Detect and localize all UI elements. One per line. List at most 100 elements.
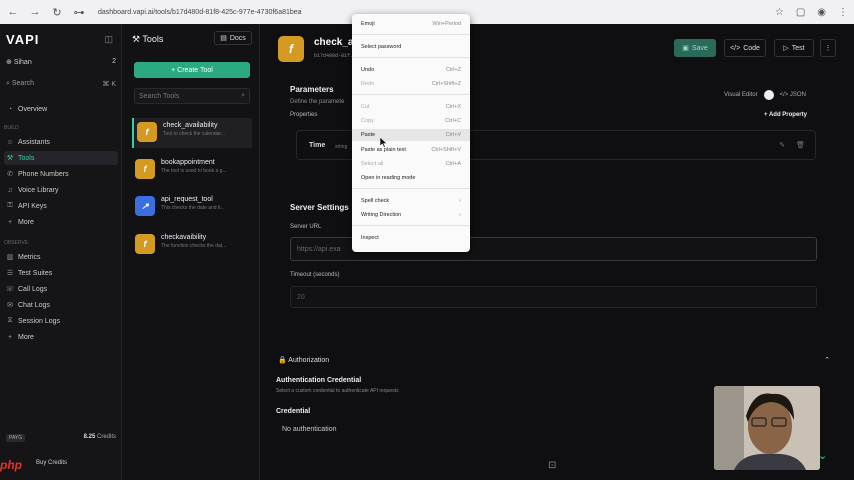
tools-icon: ⚒: [6, 155, 14, 162]
sidebar-item-phone-numbers[interactable]: ✆ Phone Numbers: [4, 167, 118, 181]
timeout-input[interactable]: 20: [290, 286, 817, 308]
sidebar-item-metrics[interactable]: ▥ Metrics: [4, 250, 118, 264]
menu-item-redo[interactable]: Redo Ctrl+Shift+Z: [352, 78, 470, 90]
presenter-image: [714, 386, 820, 470]
section-observe: OBSERVE: [4, 240, 29, 246]
context-menu: Emoji Win+Period Select password Undo Ctrl…: [352, 14, 470, 252]
vapi-logo[interactable]: VAPI: [6, 32, 39, 47]
tool-item-checkavaibility[interactable]: f checkavaibility The function checks the…: [132, 230, 252, 260]
menu-separator: [352, 57, 470, 58]
sidebar-item-tools[interactable]: ⚒ Tools: [4, 151, 118, 165]
menu-item-undo[interactable]: Undo Ctrl+Z: [352, 64, 470, 76]
server-url-label: Server URL: [290, 224, 322, 230]
auth-credential-desc: Select a custom credential to authentica…: [276, 388, 399, 394]
user-name: Sihan: [13, 59, 32, 66]
code-icon: </>: [730, 44, 741, 52]
toggle-switch[interactable]: [763, 90, 774, 100]
phone-icon: ✆: [7, 171, 13, 178]
globe-icon: ⊕: [6, 59, 14, 66]
docs-button[interactable]: ▤ Docs: [214, 31, 252, 45]
sidebar-item-overview[interactable]: ◔ Overview: [4, 102, 118, 116]
menu-item-paste[interactable]: Paste Ctrl+V: [352, 129, 470, 141]
function-icon: f: [135, 234, 155, 254]
profile-icon[interactable]: ◉: [817, 7, 826, 18]
tool-search-input[interactable]: Search Tools ⌕: [134, 88, 250, 104]
sidebar-item-test-suites[interactable]: ☰ Test Suites: [4, 266, 118, 280]
more-icon: +: [7, 333, 13, 341]
test-icon: ☰: [6, 270, 14, 277]
browser-menu-icon[interactable]: ⋮: [838, 7, 848, 18]
play-icon: ▷: [783, 45, 789, 52]
tool-item-bookappointment[interactable]: f bookappointment The tool is used to boo…: [132, 155, 252, 185]
overview-icon: ◔: [7, 105, 13, 113]
save-button[interactable]: ▣ Save: [674, 39, 716, 57]
code-button[interactable]: </> Code: [724, 39, 766, 57]
lock-icon: 🔒: [278, 357, 289, 364]
menu-item-copy[interactable]: Copy Ctrl+C: [352, 115, 470, 127]
sidebar-item-api-keys[interactable]: ⚿ API Keys: [4, 199, 118, 213]
site-info-icon[interactable]: ⊶: [72, 5, 86, 19]
authorization-section-header[interactable]: 🔒 Authorization ⌃: [278, 356, 830, 364]
function-icon: f: [135, 159, 155, 179]
property-name: Time: [309, 142, 326, 149]
menu-item-select-password[interactable]: Select password: [352, 41, 470, 53]
sidebar-item-more-build[interactable]: + More: [4, 215, 118, 229]
call-logs-icon: ☏: [5, 286, 15, 293]
reload-icon[interactable]: ↻: [50, 5, 64, 19]
user-switcher[interactable]: ⊕ Sihan 2: [6, 58, 116, 66]
save-icon: ▣: [682, 45, 689, 52]
auth-credential-title: Authentication Credential: [276, 377, 362, 384]
sidebar-item-more-observe[interactable]: + More: [4, 330, 118, 344]
credits-display: 8.25 Credits: [83, 434, 116, 440]
property-type: string: [335, 144, 348, 150]
voice-icon: ♫: [7, 186, 13, 194]
tool-item-check-availability[interactable]: f check_availability Tool to check the ca…: [132, 118, 252, 148]
search-shortcut: ⌘ K: [102, 81, 116, 88]
menu-item-writing-direction[interactable]: Writing Direction ›: [352, 209, 470, 221]
lock-icon[interactable]: ⊡: [548, 460, 562, 474]
bookmark-star-icon[interactable]: ☆: [775, 7, 784, 18]
plan-badge: PAYG: [6, 434, 26, 442]
sidebar: VAPI ◫ ⊕ Sihan 2 ⌕ Search ⌘ K ◔ Overview …: [0, 24, 122, 480]
extensions-icon[interactable]: ▢: [796, 7, 805, 18]
back-icon[interactable]: ←: [6, 5, 20, 19]
sidebar-item-voice-library[interactable]: ♫ Voice Library: [4, 183, 118, 197]
sidebar-item-chat-logs[interactable]: ✉ Chat Logs: [4, 298, 118, 312]
chat-widget-icon[interactable]: ⌄: [818, 449, 827, 462]
menu-item-reading-mode[interactable]: Open in reading mode: [352, 172, 470, 184]
editor-mode-toggle[interactable]: Visual Editor </> JSON: [724, 90, 806, 100]
forward-icon[interactable]: →: [28, 5, 42, 19]
delete-icon[interactable]: 🗑: [796, 141, 805, 149]
edit-icon[interactable]: ✎: [779, 141, 785, 149]
mouse-cursor-icon: [380, 137, 388, 148]
book-icon: ▤: [220, 35, 227, 42]
add-property-button[interactable]: + Add Property: [764, 112, 807, 118]
tool-item-api-request-tool[interactable]: ↗ api_request_tool This checks the date a…: [132, 192, 252, 222]
user-badge: 2: [112, 58, 116, 65]
menu-item-inspect[interactable]: Inspect: [352, 232, 470, 244]
test-button[interactable]: ▷ Test: [774, 39, 814, 57]
function-icon: f: [278, 36, 304, 62]
credential-select[interactable]: No authentication: [282, 426, 336, 433]
properties-label: Properties: [290, 112, 318, 118]
menu-item-paste-plain[interactable]: Paste as plain text Ctrl+Shift+V: [352, 144, 470, 156]
tools-title: ⚒ Tools: [132, 34, 164, 44]
menu-separator: [352, 225, 470, 226]
tools-icon: ⚒: [132, 34, 143, 44]
menu-item-emoji[interactable]: Emoji Win+Period: [352, 18, 470, 30]
api-request-icon: ↗: [135, 196, 155, 216]
create-tool-button[interactable]: + Create Tool: [134, 62, 250, 78]
menu-item-cut[interactable]: Cut Ctrl+X: [352, 101, 470, 113]
timeout-label: Timeout (seconds): [290, 272, 340, 278]
parameters-desc: Define the paramete: [290, 99, 345, 105]
sidebar-item-call-logs[interactable]: ☏ Call Logs: [4, 282, 118, 296]
sidebar-item-assistants[interactable]: ☺ Assistants: [4, 135, 118, 149]
more-options-button[interactable]: ⋮: [820, 39, 836, 57]
collapse-sidebar-icon[interactable]: ◫: [104, 34, 113, 45]
sidebar-search[interactable]: ⌕ Search ⌘ K: [6, 80, 116, 88]
sidebar-item-session-logs[interactable]: ⧖ Session Logs: [4, 314, 118, 328]
menu-item-select-all[interactable]: Select all Ctrl+A: [352, 158, 470, 170]
sidebar-footer: PAYG 8.25 Credits: [6, 434, 116, 442]
menu-separator: [352, 188, 470, 189]
menu-item-spell-check[interactable]: Spell check ›: [352, 195, 470, 207]
